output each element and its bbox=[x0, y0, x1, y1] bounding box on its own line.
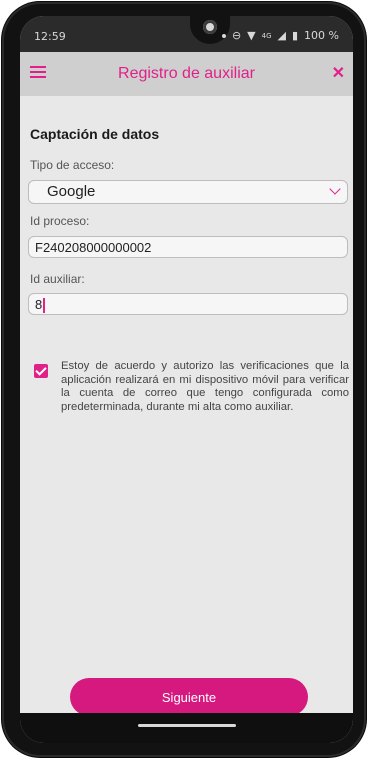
signal-icon: ◢ bbox=[277, 29, 286, 42]
page-title: Registro de auxiliar bbox=[118, 65, 255, 82]
status-bar: 12:59 ⊖ ▼ 4G ◢ ▮ 100 % bbox=[20, 16, 353, 52]
aux-id-label: Id auxiliar: bbox=[30, 272, 85, 286]
consent-text: Estoy de acuerdo y autorizo las verifica… bbox=[61, 360, 349, 413]
wifi-icon: ▼ bbox=[247, 29, 256, 42]
section-title: Captación de datos bbox=[30, 126, 160, 142]
text-cursor bbox=[43, 298, 45, 314]
process-id-field[interactable]: F240208000000002 bbox=[28, 236, 348, 258]
battery-icon: ▮ bbox=[291, 29, 299, 42]
network-type: 4G bbox=[261, 31, 272, 40]
battery-level: 100 % bbox=[304, 29, 339, 42]
chevron-down-icon bbox=[329, 183, 341, 195]
app-bar: Registro de auxiliar ✕ bbox=[20, 52, 353, 96]
consent-checkbox[interactable] bbox=[34, 364, 48, 378]
home-indicator[interactable] bbox=[138, 724, 236, 727]
phone-frame: 12:59 ⊖ ▼ 4G ◢ ▮ 100 % Registro de auxil… bbox=[2, 2, 366, 757]
access-type-value: Google bbox=[47, 183, 96, 200]
access-type-label: Tipo de acceso: bbox=[30, 158, 115, 172]
screen: 12:59 ⊖ ▼ 4G ◢ ▮ 100 % Registro de auxil… bbox=[20, 16, 353, 743]
next-button-label: Siguiente bbox=[161, 689, 217, 705]
process-id-value: F240208000000002 bbox=[35, 240, 152, 255]
notification-dot-icon bbox=[221, 33, 226, 38]
access-type-select[interactable]: Google bbox=[28, 180, 348, 204]
system-nav-bar bbox=[20, 713, 353, 743]
status-icons: ⊖ ▼ 4G ◢ ▮ 100 % bbox=[221, 29, 339, 42]
aux-id-field[interactable]: 8 bbox=[28, 293, 348, 315]
status-time: 12:59 bbox=[34, 30, 66, 43]
do-not-disturb-icon: ⊖ bbox=[231, 29, 242, 42]
close-icon[interactable]: ✕ bbox=[332, 63, 345, 83]
next-button[interactable]: Siguiente bbox=[70, 678, 308, 716]
process-id-label: Id proceso: bbox=[30, 214, 90, 228]
aux-id-value: 8 bbox=[35, 297, 43, 312]
